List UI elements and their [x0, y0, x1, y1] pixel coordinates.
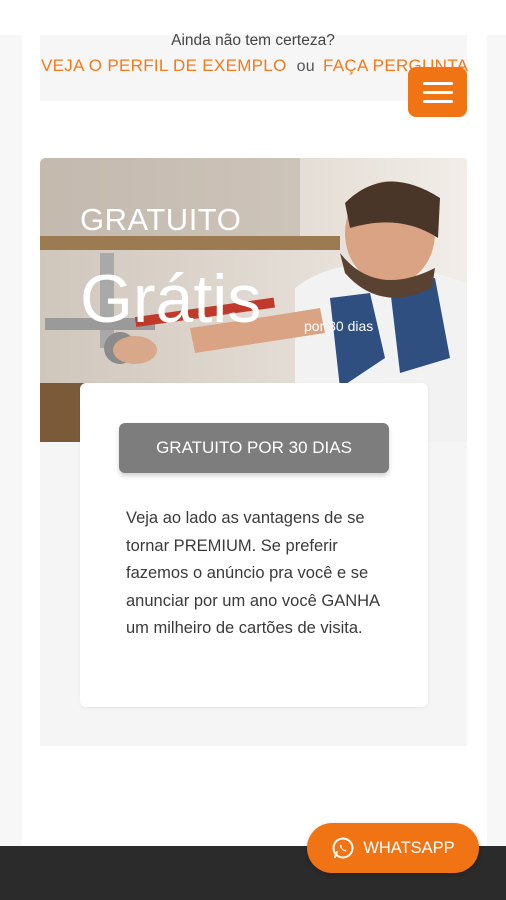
example-profile-link[interactable]: VEJA O PERFIL DE EXEMPLO: [41, 56, 287, 75]
whatsapp-button[interactable]: WHATSAPP: [307, 823, 479, 873]
free-trial-button[interactable]: GRATUITO POR 30 DIAS: [119, 423, 389, 473]
menu-button[interactable]: [408, 67, 467, 117]
hamburger-menu-icon-bar: [422, 90, 453, 94]
plan-name: GRATUITO: [80, 202, 242, 237]
plan-price-suffix: por 30 dias: [304, 318, 374, 334]
plan-price: Grátis: [80, 261, 262, 337]
whatsapp-label: WHATSAPP: [363, 838, 455, 857]
hamburger-menu-icon-bar: [422, 99, 453, 103]
hamburger-menu-icon: [422, 81, 453, 85]
whatsapp-icon: [332, 837, 354, 859]
links-row: VEJA O PERFIL DE EXEMPLO ou FAÇA PERGUNTA: [41, 56, 471, 76]
question-text: Ainda não tem certeza?: [171, 32, 335, 49]
plan-description: Veja ao lado as vantagens de se tornar P…: [126, 509, 380, 637]
or-separator: ou: [296, 58, 315, 75]
